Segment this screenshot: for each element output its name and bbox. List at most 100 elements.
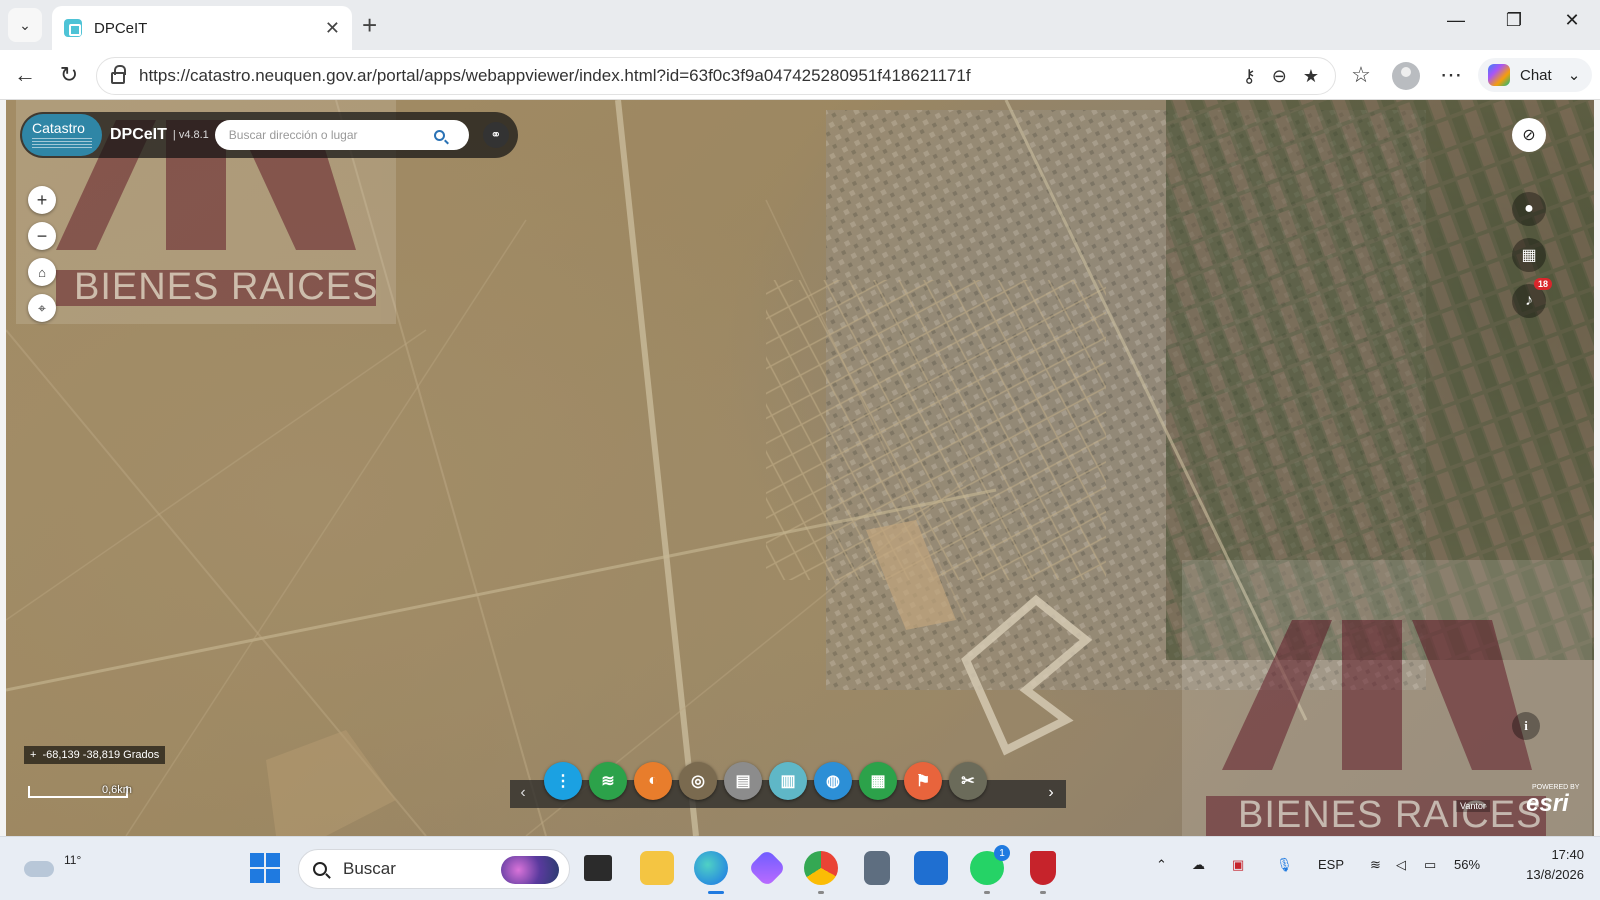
favorites-icon[interactable]: ☆ (1346, 62, 1376, 88)
grid-icon: ▦ (1521, 247, 1537, 264)
basemap-icon: ◐ (648, 772, 658, 789)
url-text[interactable]: https://catastro.neuquen.gov.ar/portal/a… (139, 66, 1243, 86)
browser-tab[interactable]: DPCeIT ✕ (52, 6, 352, 50)
volume-icon[interactable]: ◁ (1396, 857, 1406, 873)
onedrive-icon[interactable]: ☁ (1192, 857, 1205, 873)
search-button[interactable] (425, 120, 455, 150)
key-icon[interactable]: ⚷ (1243, 66, 1256, 87)
toolbar-next-button[interactable]: › (1042, 784, 1060, 802)
globe-tool-button[interactable]: ◎ (679, 762, 717, 800)
search-icon (313, 862, 327, 876)
show-hidden-icons[interactable]: ⌃ (1156, 857, 1167, 873)
map-sheets-tool-button[interactable]: ▦ (859, 762, 897, 800)
world-tool-button[interactable]: ◍ (814, 762, 852, 800)
outlook-icon[interactable] (914, 851, 948, 885)
close-window-button[interactable]: ✕ (1552, 10, 1592, 31)
favorite-star-icon[interactable]: ★ (1303, 66, 1319, 87)
taskbar-search[interactable]: Buscar (298, 849, 570, 889)
bell-icon: ♪ (1525, 292, 1533, 309)
map-view[interactable]: BIENES RAICES BIENES RAICES Catastro DPC… (6, 100, 1594, 836)
document-tool-button[interactable]: ▤ (724, 762, 762, 800)
refresh-button[interactable]: ↻ (54, 62, 84, 88)
share-link-button[interactable]: ⚭ (482, 122, 509, 148)
home-button[interactable]: ⌂ (28, 258, 56, 286)
app-icon-red[interactable] (1030, 851, 1056, 885)
calculator-icon[interactable] (864, 851, 890, 885)
layers-tool-button[interactable]: ≋ (589, 762, 627, 800)
microphone-icon[interactable]: 🎙 (1276, 857, 1293, 873)
address-bar-row: ← ↻ https://catastro.neuquen.gov.ar/port… (0, 50, 1600, 100)
start-button[interactable] (250, 853, 280, 883)
windows-logo-icon (250, 853, 264, 867)
basemap-tool-button[interactable]: ◐ (634, 762, 672, 800)
esri-logo[interactable]: esri (1526, 790, 1569, 818)
language-indicator[interactable]: ESP (1318, 857, 1344, 872)
coordinate-text: -68,139 -38,819 Grados (42, 749, 160, 761)
new-tab-button[interactable]: + (362, 10, 377, 41)
zoom-out-button[interactable]: − (28, 222, 56, 250)
world-icon: ◍ (826, 773, 840, 790)
print-icon: ▥ (780, 773, 796, 790)
flag-icon: ⚑ (915, 773, 931, 790)
weather-widget[interactable]: 11° (24, 847, 81, 883)
task-view-icon[interactable] (584, 855, 612, 881)
info-button[interactable]: i (1512, 712, 1540, 740)
logo-text: Catastro (32, 120, 85, 136)
flag-tool-button[interactable]: ⚑ (904, 762, 942, 800)
wifi-icon[interactable]: ≋ (1370, 857, 1381, 873)
chevron-down-icon: ⌄ (1567, 67, 1581, 84)
search-input[interactable] (228, 128, 425, 142)
imagery-attribution: Vantor (1456, 800, 1490, 812)
chevron-down-icon: ⌄ (19, 16, 31, 33)
user-icon: ● (1524, 200, 1534, 217)
app-title: DPCeIT (110, 126, 167, 143)
widget-toolbar: ‹ ⋮ ≋ ◐ ◎ ▤ ▥ ◍ ▦ ⚑ ✂ › (510, 762, 1066, 808)
toggle-visibility-button[interactable]: ⊘ (1512, 118, 1546, 152)
measure-tools-icon: ✂ (961, 773, 975, 790)
tray-app-icon[interactable]: ▣ (1232, 857, 1244, 873)
minus-icon: − (36, 225, 48, 246)
close-tab-icon[interactable]: ✕ (325, 18, 340, 39)
more-menu-icon[interactable]: ⋯ (1436, 62, 1466, 88)
chrome-indicator (818, 891, 824, 894)
app-red-indicator (1040, 891, 1046, 894)
more-vertical-tool-button[interactable]: ⋮ (544, 762, 582, 800)
toolbar-prev-button[interactable]: ‹ (514, 784, 532, 802)
chat-label: Chat (1520, 66, 1552, 84)
tab-list-dropdown[interactable]: ⌄ (8, 8, 42, 42)
my-location-button[interactable]: ⌖ (28, 294, 56, 322)
temperature: 11° (64, 853, 82, 867)
tab-title: DPCeIT (94, 19, 148, 37)
profile-avatar[interactable] (1392, 62, 1420, 90)
coordinate-readout: + -68,139 -38,819 Grados (24, 746, 166, 764)
app-header: Catastro DPCeIT | v4.8.1 ⚭ (20, 112, 518, 158)
zoom-in-button[interactable]: + (28, 186, 56, 214)
cloud-icon (24, 861, 54, 877)
copilot-app-icon[interactable] (747, 848, 787, 888)
battery-icon[interactable]: ▭ (1424, 857, 1436, 873)
chrome-icon[interactable] (804, 851, 838, 885)
clock[interactable]: 17:40 13/8/2026 (1494, 845, 1584, 885)
link-icon: ⚭ (490, 127, 502, 142)
user-account-button[interactable]: ● (1512, 192, 1546, 226)
more-vertical-icon: ⋮ (555, 773, 571, 790)
address-search (214, 120, 469, 150)
url-field[interactable]: https://catastro.neuquen.gov.ar/portal/a… (96, 57, 1336, 95)
restore-button[interactable]: ❐ (1494, 10, 1534, 31)
back-button[interactable]: ← (10, 62, 40, 88)
search-highlight-icon (501, 856, 559, 884)
file-explorer-icon[interactable] (640, 851, 674, 885)
measure-tools-tool-button[interactable]: ✂ (949, 762, 987, 800)
crosshair-icon: ⌖ (38, 299, 46, 316)
windows-taskbar: 11° Buscar 1 ⌃ ☁ ▣ 🎙 ESP ≋ ◁ ▭ 56% 17:40… (0, 836, 1600, 900)
edge-active-indicator (708, 891, 724, 894)
zoom-out-icon[interactable]: ⊖ (1272, 66, 1287, 87)
edge-browser-icon[interactable] (694, 851, 728, 885)
minimize-button[interactable]: — (1436, 10, 1476, 31)
chat-button[interactable]: Chat ⌄ (1478, 58, 1592, 92)
watermark-text: BIENES RAICES (1238, 794, 1543, 836)
app-grid-button[interactable]: ▦ (1512, 238, 1546, 272)
catastro-logo[interactable]: Catastro (22, 114, 102, 156)
print-tool-button[interactable]: ▥ (769, 762, 807, 800)
notifications-button[interactable]: ♪ 18 (1512, 278, 1553, 318)
